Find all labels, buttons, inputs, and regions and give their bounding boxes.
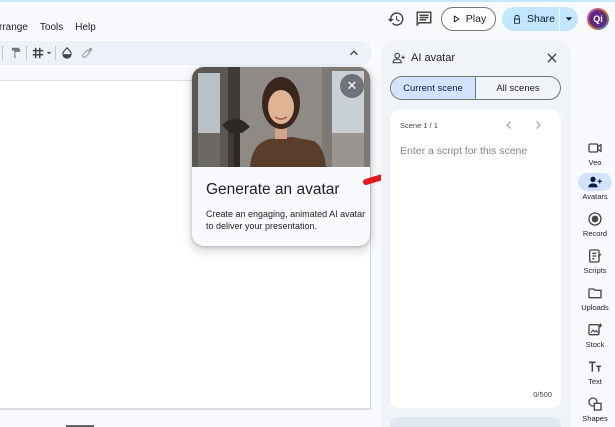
collapse-toolbar-icon[interactable] [347,46,361,60]
avatar-initials: Qi [589,10,607,28]
rail-item-text[interactable]: Text [578,358,612,386]
rail-pill [578,395,612,413]
rail-item-uploads[interactable]: Uploads [578,284,612,312]
close-icon[interactable] [545,51,559,65]
rail-item-veo[interactable]: Veo [578,139,612,167]
border-color-icon[interactable] [80,46,94,60]
rail-item-record[interactable]: Record [578,210,612,238]
text-icon [589,361,601,372]
play-label: Play [465,13,487,25]
menu-help[interactable]: Help [75,21,96,35]
share-main[interactable]: Share [502,7,559,31]
play-icon [453,15,460,23]
play-button[interactable]: Play [441,7,496,31]
rail-pill [578,173,612,191]
rail-label: Scripts [583,266,607,275]
toolbar-divider [55,46,56,60]
scripts-icon [589,249,602,263]
toolbar-divider [2,46,3,60]
fill-color-icon[interactable] [60,46,74,60]
menu-tools[interactable]: Tools [40,21,63,35]
grid-icon[interactable] [31,46,45,60]
avatars-icon [588,176,602,188]
character-count: 0/500 [533,390,552,399]
toolbar-divider [26,46,27,60]
veo-icon [588,143,602,153]
history-icon[interactable] [387,10,405,28]
rail-label: Uploads [581,303,609,312]
chevron-right-icon[interactable] [532,119,544,131]
panel-footer-card [390,417,561,427]
rail-pill [578,247,612,265]
tab-all-scenes[interactable]: All scenes [476,77,560,99]
rail-label: Veo [588,158,602,167]
popover-close-button[interactable]: ✕ [340,74,364,98]
rail-label: Shapes [582,414,608,423]
rail-label: Stock [585,340,605,349]
popover-body: Create an engaging, animated AI avatar t… [206,209,366,231]
scene-scope-toggle: Current scene All scenes [390,76,561,100]
rail-item-scripts[interactable]: Scripts [578,247,612,275]
share-label: Share [527,13,556,25]
add-person-icon [392,52,405,64]
shapes-icon [588,397,602,411]
rail-item-shapes[interactable]: Shapes [578,395,612,423]
comment-icon[interactable] [415,10,433,28]
rail-label: Text [588,377,602,386]
tab-current-scene[interactable]: Current scene [391,77,476,99]
popover-title: Generate an avatar [206,181,340,198]
rail-pill [578,210,612,228]
share-dropdown[interactable] [560,7,578,31]
account-avatar[interactable]: Qi [587,8,609,30]
lock-icon [514,14,520,24]
rail-label: Record [582,229,608,238]
rail-pill [578,321,612,339]
rail-pill [578,139,612,157]
rail-item-avatars[interactable]: Avatars [578,173,612,201]
rail-pill [578,358,612,376]
scene-counter: Scene 1 / 1 [400,121,438,130]
rail-item-stock[interactable]: Stock [578,321,612,349]
rail-pill [578,284,612,302]
paint-format-icon[interactable] [9,46,23,60]
panel-title: AI avatar [411,52,456,64]
filmstrip-divider [0,409,372,410]
chevron-left-icon[interactable] [503,119,515,131]
generate-avatar-popover: ✕ Generate an avatar Create an engaging,… [192,67,370,246]
script-input[interactable] [400,141,550,161]
share-button[interactable]: Share [502,7,578,31]
record-icon [588,212,602,226]
caret-down-icon [565,17,573,21]
menu-bar: rrange Tools Help [0,21,108,35]
grid-dropdown-icon[interactable] [45,46,53,60]
stock-icon [588,323,603,336]
top-accent-line [0,0,615,2]
rail-label: Avatars [582,192,608,201]
menu-arrange[interactable]: rrange [0,21,28,35]
folder-icon [588,288,602,299]
